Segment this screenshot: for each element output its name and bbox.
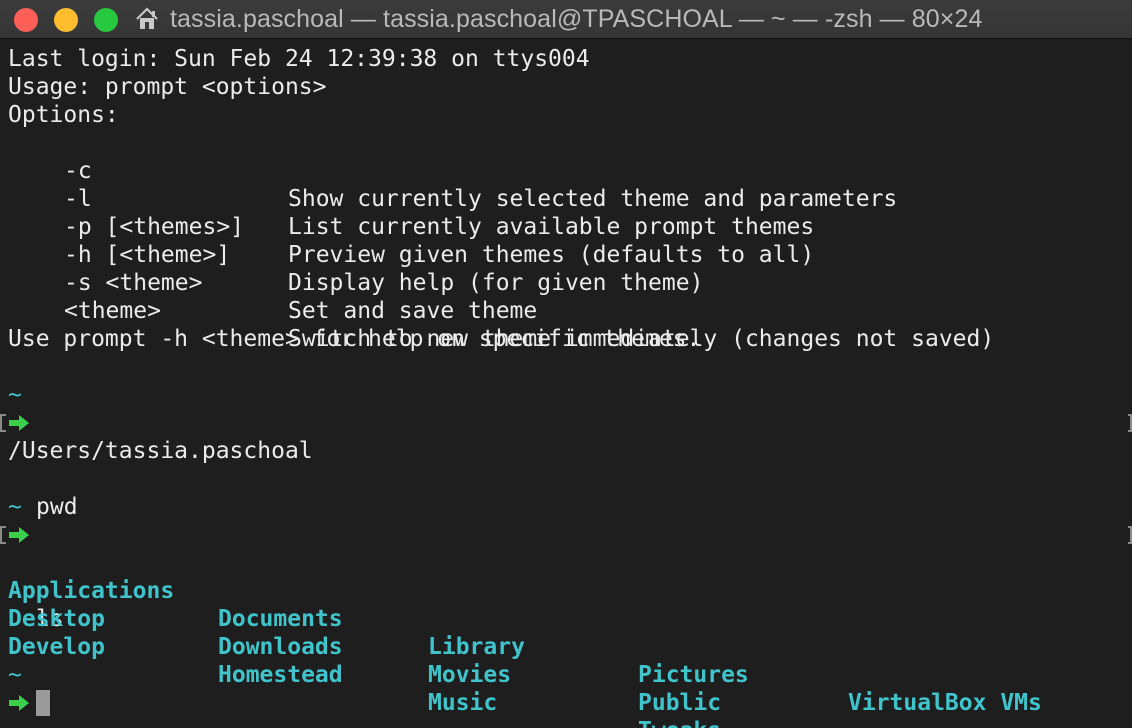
text-cursor[interactable] bbox=[36, 690, 50, 716]
option-row: -c Show currently selected theme and par… bbox=[0, 129, 1132, 212]
ls-row: Desktop Downloads Movies Public bbox=[0, 577, 1132, 716]
option-row: -h [<theme>] Display help (for given the… bbox=[0, 213, 1132, 296]
prompt-line-ls: ls bbox=[0, 521, 1132, 632]
prompt-arrow-icon bbox=[9, 415, 29, 431]
cwd-tilde: ~ bbox=[8, 382, 22, 408]
terminal-output[interactable]: Last login: Sun Feb 24 12:39:38 on ttys0… bbox=[0, 45, 1132, 728]
option-row: -p [<themes>] Preview given themes (defa… bbox=[0, 185, 1132, 268]
help-line: Use prompt -h <theme> for help on specif… bbox=[8, 326, 701, 352]
terminal-window: tassia.paschoal — tassia.paschoal@TPASCH… bbox=[0, 0, 1132, 728]
window-title-group: tassia.paschoal — tassia.paschoal@TPASCH… bbox=[134, 0, 983, 38]
cwd-tilde: ~ bbox=[8, 662, 22, 688]
option-row: -s <theme> Set and save theme bbox=[0, 241, 1132, 324]
active-prompt-line[interactable] bbox=[0, 689, 1132, 717]
window-title: tassia.paschoal — tassia.paschoal@TPASCH… bbox=[170, 4, 983, 33]
title-bar[interactable]: tassia.paschoal — tassia.paschoal@TPASCH… bbox=[0, 0, 1132, 39]
command-output: /Users/tassia.paschoal bbox=[8, 438, 313, 464]
mark-bracket-right bbox=[1128, 414, 1132, 432]
cwd-tilde: ~ bbox=[8, 494, 22, 520]
prompt-line-pwd: pwd bbox=[0, 409, 1132, 520]
prompt-arrow-icon bbox=[9, 695, 29, 711]
mark-bracket bbox=[0, 414, 6, 432]
option-row: <theme> Switch to new theme immediately … bbox=[0, 269, 1132, 352]
option-row: -l List currently available prompt theme… bbox=[0, 157, 1132, 240]
minimize-button[interactable] bbox=[54, 8, 78, 32]
options-header: Options: bbox=[8, 102, 119, 128]
home-folder-icon bbox=[136, 7, 158, 29]
close-button[interactable] bbox=[14, 8, 38, 32]
ls-row: Develop Homestead Music Tweaks bbox=[0, 605, 1132, 728]
prompt-arrow-icon bbox=[9, 527, 29, 543]
login-line: Last login: Sun Feb 24 12:39:38 on ttys0… bbox=[8, 46, 590, 72]
mark-bracket bbox=[0, 526, 6, 544]
directory-entry: Tweaks bbox=[638, 717, 721, 728]
zoom-button[interactable] bbox=[94, 8, 118, 32]
usage-line: Usage: prompt <options> bbox=[8, 74, 327, 100]
ls-row: Applications Documents Library Pictures … bbox=[0, 549, 1132, 716]
mark-bracket-right bbox=[1128, 526, 1132, 544]
